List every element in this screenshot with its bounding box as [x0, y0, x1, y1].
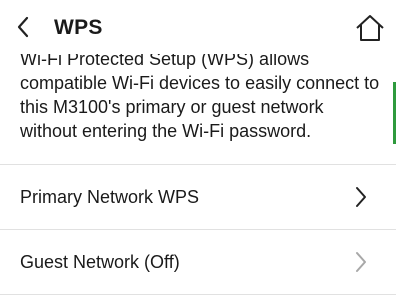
menu-item-label: Primary Network WPS [20, 187, 200, 207]
menu-item-guest-network[interactable]: Guest Network (Off) [0, 230, 396, 294]
description-scroll-area[interactable]: Wi-Fi Protected Setup (WPS) allows compa… [0, 54, 396, 164]
app-header: WPS [0, 0, 396, 54]
page-title: WPS [54, 16, 103, 39]
wps-description: Wi-Fi Protected Setup (WPS) allows compa… [20, 54, 380, 141]
home-button[interactable] [352, 11, 388, 45]
chevron-right-icon [356, 252, 366, 272]
back-button[interactable] [6, 10, 40, 44]
chevron-right-icon [356, 187, 366, 207]
chevron-left-icon [17, 16, 29, 38]
home-icon [356, 15, 384, 41]
menu-item-label: Guest Network (Off) [20, 252, 180, 272]
menu-item-primary-network-wps[interactable]: Primary Network WPS [0, 165, 396, 229]
divider [0, 294, 396, 295]
